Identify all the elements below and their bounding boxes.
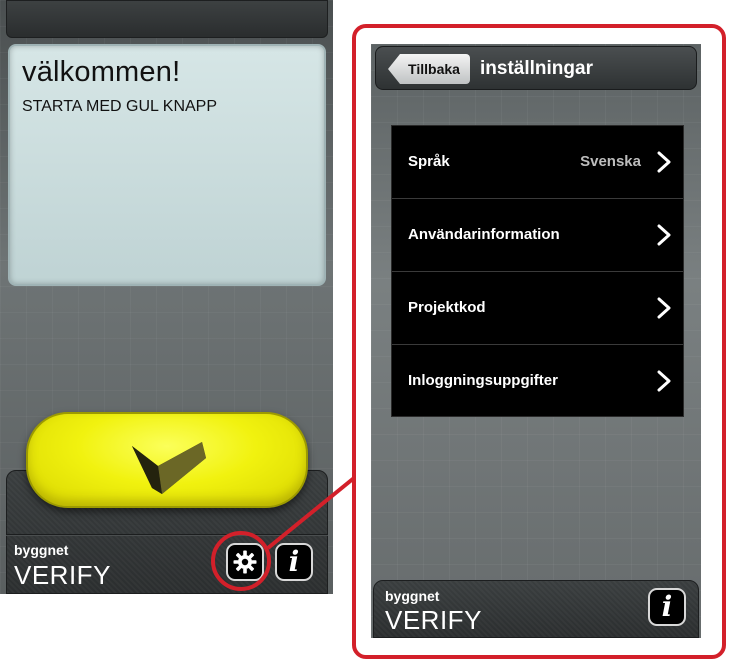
nav-bar: Tillbaka inställningar [375, 46, 697, 90]
settings-screen: Tillbaka inställningar Språk Svenska Anv… [371, 44, 701, 638]
chevron-right-icon [657, 224, 671, 246]
info-button[interactable]: i [648, 588, 686, 626]
brand-name: byggnet [385, 588, 440, 604]
settings-item-label: Inloggningsuppgifter [408, 372, 558, 389]
brand-product: VERIFY [385, 605, 482, 635]
back-button[interactable]: Tillbaka [388, 54, 470, 84]
page-title: inställningar [480, 58, 593, 79]
settings-item-project-code[interactable]: Projektkod [392, 272, 683, 345]
chevron-right-icon [657, 151, 671, 173]
settings-item-user-info[interactable]: Användarinformation [392, 199, 683, 272]
chevron-right-icon [657, 370, 671, 392]
settings-item-login-details[interactable]: Inloggningsuppgifter [392, 345, 683, 418]
chevron-right-icon [657, 297, 671, 319]
settings-item-value: Svenska [580, 153, 641, 170]
settings-item-label: Användarinformation [408, 226, 560, 243]
settings-list: Språk Svenska Användarinformation Projek… [391, 125, 684, 417]
settings-item-language[interactable]: Språk Svenska [392, 126, 683, 199]
settings-item-label: Projektkod [408, 299, 486, 316]
settings-item-label: Språk [408, 153, 450, 170]
